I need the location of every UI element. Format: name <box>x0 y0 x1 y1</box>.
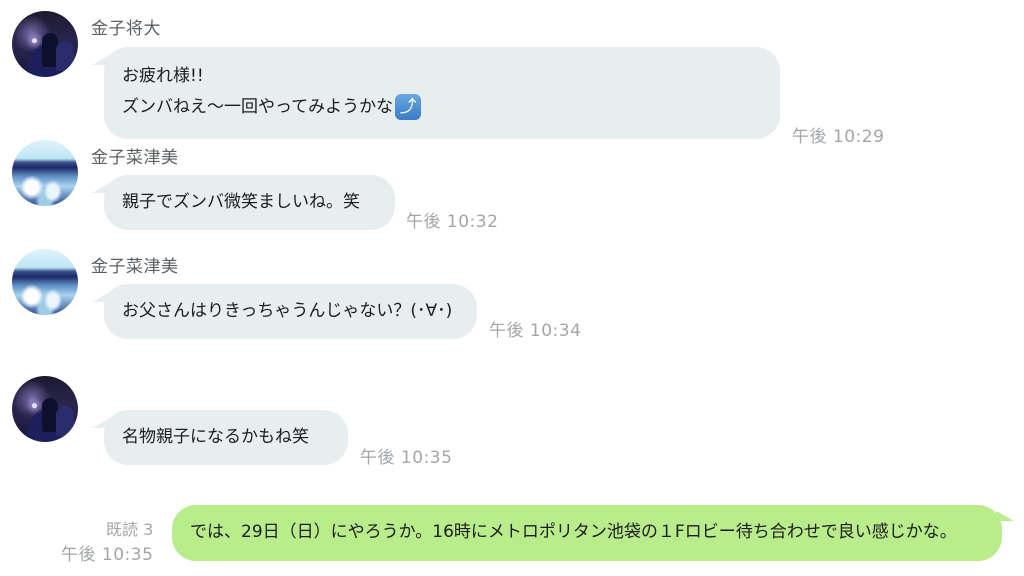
avatar-kaneko-natsumi[interactable] <box>12 140 78 206</box>
avatar-figure <box>56 41 74 71</box>
message-text-line: ズンバねえ〜一回やってみようかな ⤴ <box>122 92 780 123</box>
message-text: お父さんはりきっちゃうんじゃない？(･∀･) <box>122 301 453 321</box>
sender-name: 金子将大 <box>91 19 161 39</box>
bubble-tail <box>996 511 1014 521</box>
bubble-tail <box>92 292 110 302</box>
message-timestamp: 午後 10:35 <box>360 448 453 468</box>
message-bubble[interactable]: お父さんはりきっちゃうんじゃない？(･∀･) <box>92 284 477 339</box>
arrow-up-emoji-icon: ⤴ <box>395 94 422 120</box>
message-text: 名物親子になるかもね笑 <box>122 427 309 447</box>
avatar-kaneko-masahiro[interactable] <box>12 376 78 442</box>
message-bubble[interactable]: お疲れ様!! ズンバねえ〜一回やってみようかな ⤴ <box>92 47 780 139</box>
avatar-kaneko-masahiro[interactable] <box>12 11 78 77</box>
message-bubble-outgoing[interactable]: では、29日（日）にやろうか。16時にメトロポリタン池袋の１Fロビー待ち合わせで… <box>172 505 1014 561</box>
bubble-tail <box>92 55 110 65</box>
sender-name: 金子菜津美 <box>91 148 179 168</box>
bubble-tail <box>92 418 110 428</box>
message-text: お疲れ様!! <box>122 66 204 86</box>
avatar-figure <box>56 406 74 436</box>
message-bubble[interactable]: 親子でズンバ微笑ましいね。笑 <box>92 175 395 230</box>
message-text: では、29日（日）にやろうか。16時にメトロポリタン池袋の１Fロビー待ち合わせで… <box>190 522 957 542</box>
message-timestamp: 午後 10:29 <box>792 127 885 147</box>
bubble-tail <box>92 183 110 193</box>
message-text: 親子でズンバ微笑ましいね。笑 <box>122 192 360 212</box>
message-timestamp: 午後 10:35 <box>61 545 154 565</box>
sender-name: 金子菜津美 <box>91 257 179 277</box>
read-receipt: 既読 3 <box>106 520 154 539</box>
message-text: ズンバねえ〜一回やってみようかな <box>122 97 394 117</box>
avatar-kaneko-natsumi[interactable] <box>12 249 78 315</box>
message-timestamp: 午後 10:34 <box>489 321 582 341</box>
message-bubble[interactable]: 名物親子になるかもね笑 <box>92 410 348 465</box>
message-timestamp: 午後 10:32 <box>406 212 499 232</box>
